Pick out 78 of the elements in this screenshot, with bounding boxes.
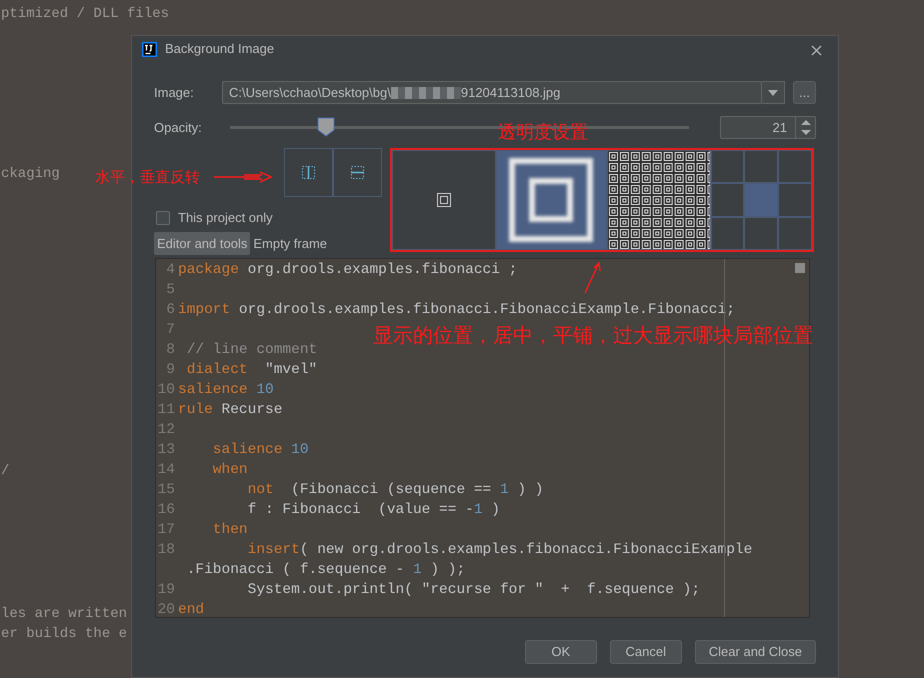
field-label: Image: bbox=[154, 84, 195, 102]
dialog-button[interactable]: Clear and Close bbox=[694, 640, 816, 664]
anchor-cell[interactable] bbox=[778, 150, 812, 184]
code-line: les are written bbox=[1, 605, 128, 624]
code-line: insert( new org.drools.examples.fibonacci.FibonacciExample bbox=[246, 541, 752, 560]
code-line: package org.drools.examples.fibonacci ; bbox=[178, 261, 518, 280]
anchor-cell[interactable] bbox=[710, 216, 744, 250]
anchor-cell[interactable] bbox=[710, 150, 744, 184]
annotation-arrow bbox=[583, 262, 603, 294]
code-line: end bbox=[178, 601, 204, 617]
centered-square-icon bbox=[436, 193, 451, 207]
tab[interactable]: Empty frame bbox=[250, 232, 330, 255]
line-number: 17 bbox=[156, 521, 176, 540]
code-line: ptimized / DLL files bbox=[1, 5, 170, 24]
code-line: er builds the e bbox=[1, 625, 128, 644]
line-number: 9 bbox=[165, 361, 176, 380]
placement-option[interactable] bbox=[607, 150, 710, 250]
tiled-squares-icon bbox=[608, 151, 710, 249]
code-line: // line comment bbox=[186, 341, 318, 360]
line-number: 10 bbox=[156, 381, 176, 400]
line-number: 15 bbox=[156, 481, 176, 500]
dialog-title: Background Image bbox=[165, 40, 276, 58]
code-line: .Fibonacci ( f.sequence - 1 ) ); bbox=[186, 561, 466, 580]
anchor-cell[interactable] bbox=[744, 150, 778, 184]
code-line: System.out.println( "recurse for " + f.sequence ); bbox=[246, 581, 700, 600]
browse-button[interactable]: ... bbox=[793, 81, 816, 104]
flip-button[interactable] bbox=[284, 148, 333, 197]
code-line: rule Recurse bbox=[178, 401, 282, 420]
field-label: Opacity: bbox=[154, 118, 203, 137]
app-logo-icon bbox=[142, 42, 157, 56]
line-number: 18 bbox=[156, 541, 176, 560]
line-number: 11 bbox=[156, 401, 176, 420]
annotation-text: 显示的位置，居中，平铺，过大显示哪块局部位置 bbox=[373, 322, 813, 349]
flip-button[interactable] bbox=[333, 148, 382, 197]
code-line: import org.drools.examples.fibonacci.FibonacciExample.Fibonacci; bbox=[178, 301, 735, 320]
line-number: 14 bbox=[156, 461, 176, 480]
line-number: 4 bbox=[165, 261, 176, 280]
annotation-text: 水平，垂直反转 bbox=[95, 167, 200, 188]
checkbox[interactable] bbox=[156, 210, 170, 225]
line-number: 12 bbox=[156, 421, 176, 440]
caret-icon bbox=[768, 90, 778, 96]
dropdown-button[interactable] bbox=[762, 81, 785, 104]
annotation-text: 透明度设置 bbox=[498, 121, 588, 145]
anchor-cell[interactable] bbox=[778, 183, 812, 217]
scrollbar-marker bbox=[795, 263, 805, 273]
line-number: 5 bbox=[165, 281, 176, 300]
anchor-cell[interactable] bbox=[744, 216, 778, 250]
line-number: 16 bbox=[156, 501, 176, 520]
code-line: / bbox=[1, 462, 10, 481]
opacity-spinner[interactable]: 21 bbox=[720, 116, 816, 139]
line-number: 6 bbox=[165, 301, 176, 320]
flip-vertical-icon bbox=[351, 166, 364, 179]
code-line: salience 10 bbox=[212, 441, 309, 460]
slider-thumb[interactable] bbox=[317, 116, 336, 136]
line-number: 7 bbox=[165, 321, 176, 340]
anchor-cell[interactable] bbox=[710, 183, 744, 217]
anchor-cell[interactable] bbox=[778, 216, 812, 250]
close-icon bbox=[811, 44, 822, 56]
code-line: when bbox=[212, 461, 248, 480]
code-line: dialect "mvel" bbox=[186, 361, 318, 380]
placement-option[interactable] bbox=[496, 150, 607, 250]
code-line: f : Fibonacci (value == -1 ) bbox=[246, 501, 500, 520]
anchor-cell[interactable] bbox=[744, 183, 778, 217]
dialog-button[interactable]: OK bbox=[524, 640, 597, 664]
image-path-field[interactable]: C:\Users\cchao\Desktop\bg\ 91204113108.jpg bbox=[222, 81, 762, 104]
flip-horizontal-icon bbox=[302, 166, 315, 179]
code-line: then bbox=[212, 521, 248, 540]
annotation-arrow bbox=[214, 171, 272, 183]
code-line: not (Fibonacci (sequence == 1 ) ) bbox=[246, 481, 544, 500]
line-number: 13 bbox=[156, 441, 176, 460]
line-number: 20 bbox=[156, 601, 176, 617]
code-line: salience 10 bbox=[178, 381, 274, 400]
checkbox-label: This project only bbox=[178, 209, 273, 227]
line-number: 8 bbox=[165, 341, 176, 360]
code-line: ckaging bbox=[1, 165, 60, 184]
line-number: 19 bbox=[156, 581, 176, 600]
tab[interactable]: Editor and tools bbox=[154, 232, 250, 255]
dialog-button[interactable]: Cancel bbox=[610, 640, 682, 664]
